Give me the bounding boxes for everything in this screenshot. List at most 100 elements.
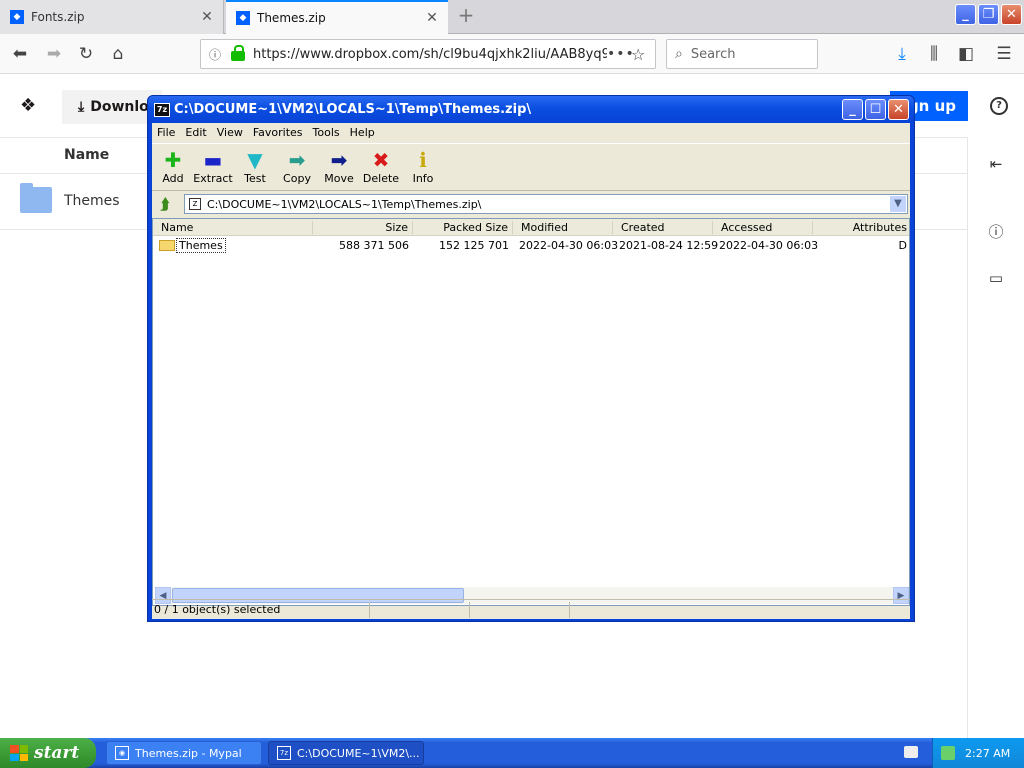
- home-icon[interactable]: ⌂: [104, 40, 132, 68]
- column-header-attributes[interactable]: Attributes: [813, 221, 909, 234]
- library-icon[interactable]: ⫼: [920, 40, 948, 68]
- reload-icon[interactable]: ↻: [72, 40, 100, 68]
- chevron-down-icon[interactable]: ▼: [890, 196, 906, 212]
- row-accessed: 2022-04-30 06:03: [719, 239, 819, 252]
- menu-tools[interactable]: Tools: [308, 126, 345, 139]
- info-circle-icon[interactable]: ⓘ: [209, 46, 227, 63]
- menu-help[interactable]: Help: [345, 126, 380, 139]
- extract-button[interactable]: ▬ Extract: [192, 148, 234, 185]
- address-combobox[interactable]: Z C:\DOCUME~1\VM2\LOCALS~1\Temp\Themes.z…: [184, 194, 908, 214]
- info-label: Info: [412, 172, 434, 185]
- taskbar: start ◉ Themes.zip - Mypal 7z C:\DOCUME~…: [0, 738, 1024, 768]
- column-header-accessed[interactable]: Accessed: [713, 221, 813, 234]
- 7zip-toolbar: ✚ Add ▬ Extract ▼ Test ➡ Copy ➡ Move ✖ D…: [152, 143, 910, 191]
- table-row[interactable]: Themes 588 371 506 152 125 701 2022-04-3…: [153, 237, 909, 253]
- close-tab-icon[interactable]: ✕: [197, 9, 217, 25]
- windows-flag-icon: [10, 745, 28, 761]
- dropbox-logo-icon[interactable]: ❖: [20, 95, 42, 116]
- tab-label: Fonts.zip: [31, 10, 85, 24]
- tab-label: Themes.zip: [257, 11, 326, 25]
- search-placeholder: Search: [690, 46, 736, 62]
- plus-icon: ✚: [164, 148, 182, 172]
- info-button[interactable]: ℹ Info: [402, 148, 444, 185]
- archive-icon: Z: [189, 198, 201, 210]
- menu-view[interactable]: View: [212, 126, 248, 139]
- test-button[interactable]: ▼ Test: [234, 148, 276, 185]
- column-header-modified[interactable]: Modified: [513, 221, 613, 234]
- keyboard-icon[interactable]: [904, 746, 918, 758]
- download-icon: ⤓: [78, 99, 85, 115]
- column-header-name[interactable]: Name: [64, 147, 109, 163]
- row-modified: 2022-04-30 06:03: [519, 239, 619, 252]
- copy-label: Copy: [283, 172, 311, 185]
- tab-themes-zip[interactable]: ◆ Themes.zip ✕: [226, 0, 448, 34]
- status-text: 0 / 1 object(s) selected: [152, 601, 370, 618]
- column-header-size[interactable]: Size: [313, 221, 413, 234]
- folder-icon: [159, 240, 175, 251]
- collapse-panel-icon[interactable]: ⇤: [986, 155, 1006, 175]
- column-header-name[interactable]: Name: [153, 221, 313, 234]
- system-tray: 2:27 AM: [932, 738, 1024, 768]
- 7zip-window: 7z C:\DOCUME~1\VM2\LOCALS~1\Temp\Themes.…: [147, 95, 915, 622]
- 7zip-minimize-button[interactable]: _: [842, 99, 863, 120]
- minimize-window-button[interactable]: _: [955, 4, 976, 25]
- row-size: 588 371 506: [339, 239, 409, 252]
- menu-hamburger-icon[interactable]: ☰: [990, 40, 1018, 68]
- forward-arrow-icon[interactable]: ➡: [40, 40, 68, 68]
- help-icon[interactable]: ?: [990, 97, 1008, 115]
- sidebar-toggle-icon[interactable]: ◧: [952, 40, 980, 68]
- close-tab-icon[interactable]: ✕: [422, 10, 442, 26]
- page-actions-icon[interactable]: •••: [607, 46, 634, 62]
- search-input[interactable]: ⌕ Search: [666, 39, 818, 69]
- restore-window-button[interactable]: ❐: [978, 4, 999, 25]
- 7zip-title-bar[interactable]: 7z C:\DOCUME~1\VM2\LOCALS~1\Temp\Themes.…: [148, 96, 914, 123]
- row-attributes: D: [898, 239, 907, 252]
- comment-icon[interactable]: ▭: [986, 269, 1006, 289]
- menu-edit[interactable]: Edit: [180, 126, 211, 139]
- delete-button[interactable]: ✖ Delete: [360, 148, 402, 185]
- 7zip-close-button[interactable]: ✕: [888, 99, 909, 120]
- up-folder-icon[interactable]: ⮭: [156, 195, 174, 213]
- 7zip-address-bar: ⮭ Z C:\DOCUME~1\VM2\LOCALS~1\Temp\Themes…: [152, 193, 910, 215]
- taskbar-item-label: C:\DOCUME~1\VM2\...: [297, 746, 420, 760]
- column-header-created[interactable]: Created: [613, 221, 713, 234]
- 7zip-maximize-button[interactable]: ☐: [865, 99, 886, 120]
- status-segment: [370, 601, 470, 618]
- close-window-button[interactable]: ✕: [1001, 4, 1022, 25]
- 7zip-title-text: C:\DOCUME~1\VM2\LOCALS~1\Temp\Themes.zip…: [174, 102, 532, 117]
- 7zip-app-icon: 7z: [277, 746, 291, 760]
- file-list-header: Name Size Packed Size Modified Created A…: [153, 219, 909, 236]
- row-name-cell[interactable]: Themes: [159, 238, 226, 253]
- test-icon: ▼: [247, 148, 263, 172]
- back-arrow-icon[interactable]: ⬅: [6, 40, 34, 68]
- taskbar-item-7zip[interactable]: 7z C:\DOCUME~1\VM2\...: [268, 741, 424, 765]
- info-icon[interactable]: ⓘ: [986, 221, 1006, 241]
- address-text[interactable]: C:\DOCUME~1\VM2\LOCALS~1\Temp\Themes.zip…: [207, 198, 481, 211]
- column-header-packed-size[interactable]: Packed Size: [413, 221, 513, 234]
- browser-app-icon: ◉: [115, 746, 129, 760]
- search-icon: ⌕: [675, 46, 683, 62]
- dropbox-favicon-icon: ◆: [10, 10, 24, 24]
- downloads-icon[interactable]: ⤓: [888, 40, 916, 68]
- bookmark-star-icon[interactable]: ☆: [631, 45, 655, 64]
- row-packed-size: 152 125 701: [439, 239, 509, 252]
- menu-file[interactable]: File: [152, 126, 180, 139]
- 7zip-menu-bar: File Edit View Favorites Tools Help: [152, 123, 910, 141]
- copy-button[interactable]: ➡ Copy: [276, 148, 318, 185]
- 7zip-app-icon: 7z: [154, 102, 170, 117]
- network-icon[interactable]: [941, 746, 955, 760]
- menu-favorites[interactable]: Favorites: [248, 126, 308, 139]
- tab-fonts-zip[interactable]: ◆ Fonts.zip ✕: [0, 0, 224, 34]
- clock[interactable]: 2:27 AM: [965, 747, 1010, 760]
- move-button[interactable]: ➡ Move: [318, 148, 360, 185]
- new-tab-plus-icon[interactable]: +: [454, 4, 478, 28]
- url-bar[interactable]: ⓘ https://www.dropbox.com/sh/cl9bu4qjxhk…: [200, 39, 656, 69]
- add-button[interactable]: ✚ Add: [152, 148, 194, 185]
- taskbar-item-mypal[interactable]: ◉ Themes.zip - Mypal: [106, 741, 262, 765]
- folder-icon[interactable]: [20, 183, 52, 213]
- url-text[interactable]: https://www.dropbox.com/sh/cl9bu4qjxhk2l…: [253, 47, 607, 62]
- file-row-name[interactable]: Themes: [64, 193, 120, 209]
- start-button[interactable]: start: [0, 738, 96, 768]
- move-arrow-icon: ➡: [330, 148, 348, 172]
- status-segment: [470, 601, 570, 618]
